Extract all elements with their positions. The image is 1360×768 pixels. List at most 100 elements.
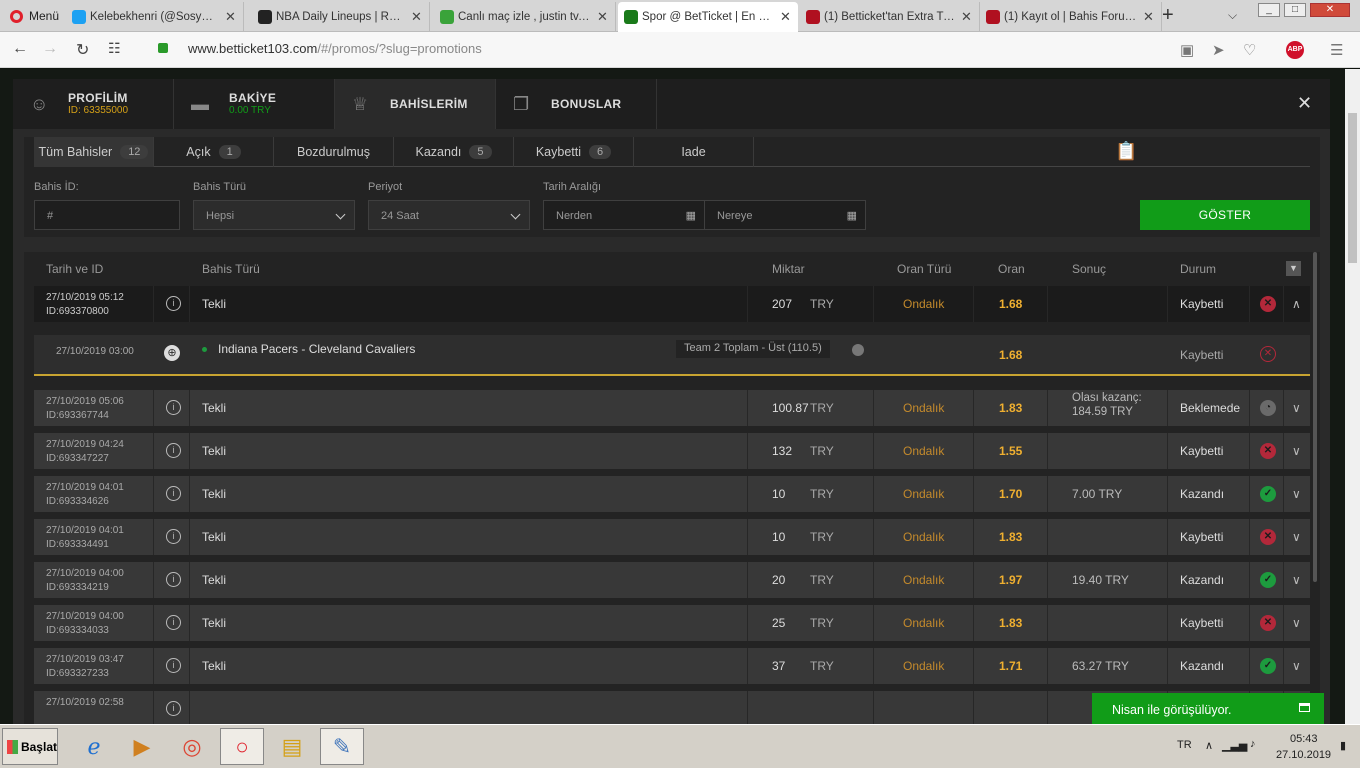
close-window-button[interactable]: ✕ [1310,3,1350,17]
info-icon[interactable]: i [166,296,181,311]
close-tab-icon[interactable]: ✕ [597,9,609,25]
collapse-all-icon[interactable]: ▼ [1286,261,1301,276]
browser-tab[interactable]: Canlı maç izle , justin tv, m ✕ [434,2,616,32]
volume-icon[interactable]: ♪ [1250,738,1256,750]
heart-icon[interactable]: ♡ [1243,41,1256,59]
close-icon[interactable]: ✕ [1297,93,1312,114]
opera-icon[interactable]: ○ [220,728,264,765]
modal-tab-label: BONUSLAR [551,97,622,111]
url-field[interactable]: www.betticket103.com/#/promos/?slug=prom… [188,41,482,56]
browser-tab-title: Spor @ BetTicket | En güve [642,11,774,23]
browser-tab[interactable]: Kelebekhenri (@SosyalKob ✕ [66,2,244,32]
filter-tab[interactable]: Bozdurulmuş [274,137,394,167]
chrome-icon[interactable]: ◎ [170,728,214,765]
chevron-down-icon[interactable]: ∨ [1292,444,1301,458]
maximize-button[interactable]: □ [1284,3,1306,17]
tab-menu-chevron-icon[interactable]: ⌵ [1228,8,1237,23]
reload-icon[interactable]: ↻ [76,40,89,60]
paint-icon[interactable]: ✎ [320,728,364,765]
modal-tab-baki̇ye[interactable]: ▬ BAKİYE 0.00 TRY [174,79,335,129]
browser-tab[interactable]: NBA Daily Lineups | RotoW ✕ [252,2,430,32]
bet-id-input[interactable]: # [34,200,180,230]
col-odds-type: Oran Türü [897,262,952,276]
modal-tab-sub: 0.00 TRY [229,105,271,116]
chevron-down-icon[interactable]: ∨ [1292,487,1301,501]
close-tab-icon[interactable]: ✕ [1143,9,1155,25]
language-indicator[interactable]: TR [1177,739,1192,751]
info-icon[interactable]: i [166,615,181,630]
info-icon[interactable]: i [166,443,181,458]
page-scrollbar[interactable] [1345,69,1360,724]
filter-tab[interactable]: Iade [634,137,754,167]
filter-tab[interactable]: Açık 1 [154,137,274,167]
modal-tab-bahi̇sleri̇m[interactable]: ♕ BAHİSLERİM [335,79,496,129]
close-tab-icon[interactable]: ✕ [225,9,237,25]
adblock-plus-icon[interactable]: ABP [1286,41,1304,59]
window-icon[interactable] [1299,703,1310,712]
media-player-icon[interactable]: ▶ [120,728,164,765]
settings-sliders-icon[interactable]: ☰ [1330,41,1343,59]
info-icon[interactable]: i [166,701,181,716]
filter-tab[interactable]: Kaybetti 6 [514,137,634,167]
browser-tab[interactable]: (1) Betticket'tan Extra Tick ✕ [800,2,980,32]
bet-selection-row: 27/10/2019 03:00 ⊕ Indiana Pacers - Clev… [34,335,1310,376]
filter-tab[interactable]: Kazandı 5 [394,137,514,167]
modal-tab-bonuslar[interactable]: ❐ BONUSLAR [496,79,657,129]
back-arrow-icon[interactable]: ← [12,40,28,58]
table-row[interactable]: 27/10/2019 03:47 ID:693327233 i Tekli 37 TRY O… [34,648,1310,684]
show-button[interactable]: GÖSTER [1140,200,1310,230]
camera-icon[interactable]: ▣ [1180,41,1194,59]
start-button[interactable]: Başlat [2,728,58,765]
filter-tab[interactable]: Tüm Bahisler 12 [34,137,154,167]
chevron-down-icon[interactable]: ∨ [1292,573,1301,587]
close-tab-icon[interactable]: ✕ [411,9,423,25]
info-icon[interactable]: i [166,658,181,673]
period-select[interactable]: 24 Saat [368,200,530,230]
info-icon[interactable]: i [166,529,181,544]
folder-icon[interactable]: ▤ [270,728,314,765]
new-tab-button[interactable]: + [1162,4,1174,27]
chevron-up-icon[interactable]: ∧ [1292,297,1301,311]
browser-tab-title: (1) Kayıt ol | Bahis Forum | [1004,11,1137,23]
close-tab-icon[interactable]: ✕ [780,9,792,25]
info-icon[interactable]: i [166,572,181,587]
table-scrollbar[interactable] [1313,252,1317,582]
table-row[interactable]: 27/10/2019 04:01 ID:693334626 i Tekli 10 TRY O… [34,476,1310,512]
table-row[interactable]: 27/10/2019 04:01 ID:693334491 i Tekli 10 TRY O… [34,519,1310,555]
table-row[interactable]: 27/10/2019 05:06 ID:693367744 i Tekli 100.87… [34,390,1310,426]
table-row[interactable]: 27/10/2019 04:00 ID:693334219 i Tekli 20 TRY O… [34,562,1310,598]
odds-type: Ondalık [903,659,945,673]
bet-datetime: 27/10/2019 04:24 ID:693347227 [46,439,124,464]
table-row[interactable]: 27/10/2019 04:00 ID:693334033 i Tekli 25 TRY O… [34,605,1310,641]
speed-dial-grid-icon[interactable]: ☷ [108,40,121,57]
chevron-down-icon[interactable]: ∨ [1292,530,1301,544]
minimize-button[interactable]: _ [1258,3,1280,17]
bet-type-select[interactable]: Hepsi [193,200,355,230]
stats-icon[interactable] [852,344,864,356]
clipboard-icon[interactable]: 📋 [1115,141,1137,162]
bet-currency: TRY [810,616,834,630]
tray-chevron-icon[interactable]: ∧ [1205,739,1213,752]
chevron-down-icon[interactable]: ∨ [1292,616,1301,630]
chevron-down-icon[interactable]: ∨ [1292,401,1301,415]
date-from-input[interactable]: Nerden ▦ [543,200,705,230]
bet-status: Kaybetti [1180,616,1224,630]
chevron-down-icon[interactable]: ∨ [1292,659,1301,673]
modal-tab-profi̇li̇m[interactable]: ☺ PROFİLİM ID: 63355000 [13,79,174,129]
odds-value: 1.83 [999,530,1023,544]
table-row-expanded[interactable]: 27/10/2019 05:12 ID:693370800 i Tekli 20… [34,286,1310,322]
browser-tab[interactable]: (1) Kayıt ol | Bahis Forum | ✕ [980,2,1162,32]
date-to-input[interactable]: Nereye ▦ [704,200,866,230]
send-icon[interactable]: ➤ [1212,41,1225,59]
clock-time: 05:43 [1290,733,1318,745]
browser-tab[interactable]: Spor @ BetTicket | En güve ✕ [618,2,798,32]
internet-explorer-icon[interactable]: ℯ [72,728,116,765]
info-icon[interactable]: i [166,400,181,415]
info-icon[interactable]: i [166,486,181,501]
show-desktop-icon[interactable]: ▮ [1340,739,1346,752]
close-tab-icon[interactable]: ✕ [961,9,973,25]
table-row[interactable]: 27/10/2019 04:24 ID:693347227 i Tekli 132 TRY… [34,433,1310,469]
opera-menu-button[interactable]: Menü [0,0,66,32]
forward-arrow-icon[interactable]: → [42,40,58,58]
chat-notification[interactable]: Nisan ile görüşülüyor. [1092,693,1324,725]
